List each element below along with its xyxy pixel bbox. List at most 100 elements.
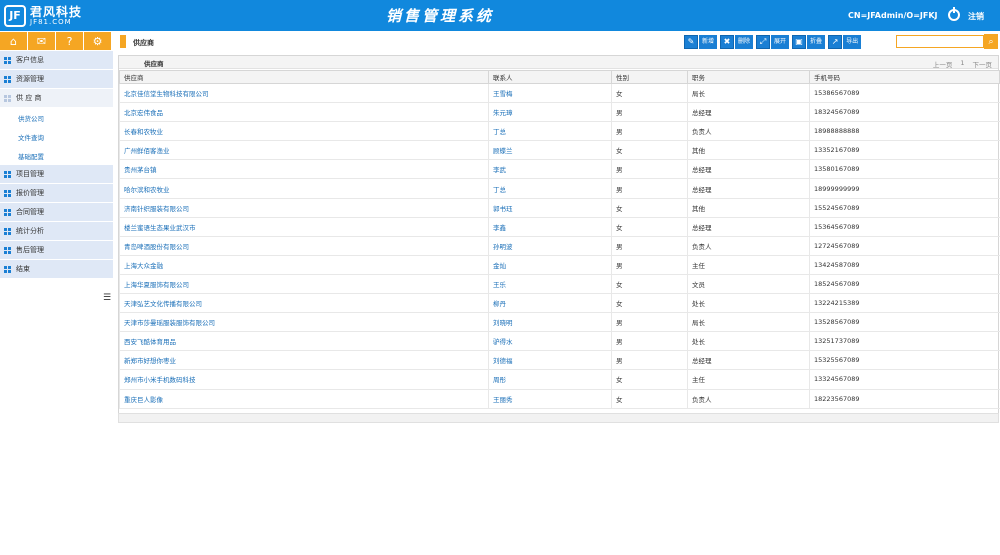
supplier-name-link[interactable]: 上海大众金融 <box>119 255 489 275</box>
table-row[interactable]: 广州鲜佰客渔业 顾蝶兰女其他 13352167089 <box>119 140 1000 161</box>
sidebar-subitem-file-search[interactable]: 文件查询 <box>0 127 113 146</box>
sidebar-item-customers[interactable]: 客户信息 <box>0 51 113 70</box>
phone-cell: 18324567089 <box>809 102 1000 123</box>
current-page: 1 <box>960 59 965 67</box>
sidebar-subitem-supply-company[interactable]: 供货公司 <box>0 108 113 127</box>
sidebar-item-suppliers[interactable]: 供 应 商 <box>0 89 113 108</box>
supplier-name-link[interactable]: 天津市莎曼瑶服装服饰有限公司 <box>119 312 489 333</box>
table-row[interactable]: 长春和农牧业 丁总男负责人 18988888888 <box>119 121 1000 142</box>
supplier-name-link[interactable]: 北京宏伟食品 <box>119 102 489 123</box>
column-header[interactable]: 供应商 <box>119 70 489 84</box>
contact-name-link[interactable]: 刘晓明 <box>488 312 612 333</box>
table-row[interactable]: 郑州市小米手机数码科技 周彤女主任 13324567089 <box>119 369 1000 390</box>
sidebar-item-contracts[interactable]: 合同管理 <box>0 203 113 222</box>
expand-button[interactable]: ⤢ 展开 <box>756 34 790 49</box>
sidebar-subitem-basic-config[interactable]: 基础配置 <box>0 146 113 165</box>
column-header[interactable]: 手机号码 <box>809 70 1000 84</box>
grid-icon <box>4 189 11 197</box>
supplier-name-link[interactable]: 天津弘艺文化传播有限公司 <box>119 293 489 314</box>
app-title: 销售管理系统 <box>385 7 494 25</box>
gear-icon[interactable]: ⚙ <box>84 32 112 50</box>
help-icon[interactable]: ? <box>56 32 84 50</box>
column-header[interactable]: 联系人 <box>488 70 612 84</box>
contact-name-link[interactable]: 李武 <box>488 159 612 180</box>
table-row[interactable]: 济南针织服装有限公司 郭书珏女其他 15524567089 <box>119 198 1000 218</box>
table-row[interactable]: 上海大众金融 金灿男主任 13424587089 <box>119 255 1000 275</box>
supplier-name-link[interactable]: 楼兰蜜语生态果业武汉市 <box>119 217 489 237</box>
breadcrumb-marker <box>120 35 126 48</box>
supplier-name-link[interactable]: 青岛啤酒股份有限公司 <box>119 236 489 256</box>
supplier-name-link[interactable]: 长春和农牧业 <box>119 121 489 142</box>
supplier-name-link[interactable]: 郑州市小米手机数码科技 <box>119 369 489 390</box>
supplier-name-link[interactable]: 北京佳信堂生物科技有限公司 <box>119 83 489 104</box>
home-icon[interactable]: ⌂ <box>0 32 28 50</box>
supplier-name-link[interactable]: 广州鲜佰客渔业 <box>119 140 489 161</box>
gender-cell: 男 <box>611 178 688 199</box>
table-row[interactable]: 上海华夏服饰有限公司 王乐女文员 18524567089 <box>119 274 1000 295</box>
power-icon[interactable] <box>948 7 960 21</box>
supplier-name-link[interactable]: 重庆巨人影像 <box>119 389 489 409</box>
contact-name-link[interactable]: 李鑫 <box>488 217 612 237</box>
supplier-name-link[interactable]: 济南针织服装有限公司 <box>119 198 489 218</box>
contact-name-link[interactable]: 王丽秀 <box>488 389 612 409</box>
add-button[interactable]: ✎ 新增 <box>684 34 718 49</box>
contact-name-link[interactable]: 周彤 <box>488 369 612 390</box>
grid-icon <box>4 246 11 254</box>
prev-page-link[interactable]: 上一页 <box>933 59 953 69</box>
contact-name-link[interactable]: 顾蝶兰 <box>488 140 612 161</box>
contact-name-link[interactable]: 孙明波 <box>488 236 612 256</box>
sidebar-item-statistics[interactable]: 统计分析 <box>0 222 113 241</box>
table-row[interactable]: 青岛啤酒股份有限公司 孙明波男负责人 12724567089 <box>119 236 1000 256</box>
phone-cell: 13580167089 <box>809 159 1000 180</box>
sidebar-item-projects[interactable]: 项目管理 <box>0 165 113 184</box>
supplier-name-link[interactable]: 新郑市好想你枣业 <box>119 350 489 371</box>
mail-icon[interactable]: ✉ <box>28 32 56 50</box>
contact-name-link[interactable]: 金灿 <box>488 255 612 275</box>
sidebar-item-after-sales[interactable]: 售后管理 <box>0 241 113 260</box>
contact-name-link[interactable]: 柳丹 <box>488 293 612 314</box>
contact-name-link[interactable]: 朱元璋 <box>488 102 612 123</box>
contact-name-link[interactable]: 郭书珏 <box>488 198 612 218</box>
phone-cell: 18988888888 <box>809 121 1000 142</box>
supplier-name-link[interactable]: 哈尔滨和农牧业 <box>119 178 489 199</box>
contact-name-link[interactable]: 丁总 <box>488 178 612 199</box>
table-row[interactable]: 哈尔滨和农牧业 丁总男总经理 18999999999 <box>119 178 1000 199</box>
sidebar-item-quotes[interactable]: 报价管理 <box>0 184 113 203</box>
sidebar-item-resources[interactable]: 资源管理 <box>0 70 113 89</box>
table-row[interactable]: 新郑市好想你枣业 刘德福男总经理 15325567089 <box>119 350 1000 371</box>
column-header[interactable]: 性别 <box>611 70 688 84</box>
next-page-link[interactable]: 下一页 <box>973 59 993 69</box>
collapse-sidebar-icon[interactable]: ☰ <box>103 293 111 303</box>
search-icon[interactable]: ⌕ <box>984 34 998 49</box>
table-row[interactable]: 重庆巨人影像 王丽秀女负责人 18223567089 <box>119 389 1000 409</box>
contact-name-link[interactable]: 驴得水 <box>488 331 612 352</box>
sidebar-item-end[interactable]: 结束 <box>0 260 113 279</box>
table-row[interactable]: 天津市莎曼瑶服装服饰有限公司 刘晓明男局长 13528567089 <box>119 312 1000 333</box>
edit-icon: ✎ <box>684 34 698 49</box>
table-row[interactable]: 天津弘艺文化传播有限公司 柳丹女处长 13224215389 <box>119 293 1000 314</box>
table-row[interactable]: 北京宏伟食品 朱元璋男总经理 18324567089 <box>119 102 1000 123</box>
supplier-name-link[interactable]: 贵州茅台镇 <box>119 159 489 180</box>
table-row[interactable]: 贵州茅台镇 李武男总经理 13580167089 <box>119 159 1000 180</box>
table-row[interactable]: 西安飞酷体育用品 驴得水男处长 13251737089 <box>119 331 1000 352</box>
contact-name-link[interactable]: 王雪梅 <box>488 83 612 104</box>
title-cell: 总经理 <box>687 159 810 180</box>
gender-cell: 男 <box>611 255 688 275</box>
supplier-name-link[interactable]: 上海华夏服饰有限公司 <box>119 274 489 295</box>
contact-name-link[interactable]: 刘德福 <box>488 350 612 371</box>
delete-button[interactable]: ✖ 删除 <box>720 34 754 49</box>
column-header[interactable]: 职务 <box>687 70 810 84</box>
collapse-button[interactable]: ▣ 折叠 <box>792 34 826 49</box>
export-icon: ↗ <box>828 34 843 49</box>
contact-name-link[interactable]: 丁总 <box>488 121 612 142</box>
logout-link[interactable]: 注销 <box>968 11 984 22</box>
expand-icon: ⤢ <box>756 34 771 49</box>
gender-cell: 女 <box>611 217 688 237</box>
breadcrumb: 供应商 <box>133 39 154 47</box>
search-input[interactable] <box>896 35 984 48</box>
table-row[interactable]: 楼兰蜜语生态果业武汉市 李鑫女总经理 15364567089 <box>119 217 1000 237</box>
supplier-name-link[interactable]: 西安飞酷体育用品 <box>119 331 489 352</box>
contact-name-link[interactable]: 王乐 <box>488 274 612 295</box>
export-button[interactable]: ↗ 导出 <box>828 34 862 49</box>
table-row[interactable]: 北京佳信堂生物科技有限公司 王雪梅女局长 15386567089 <box>119 83 1000 104</box>
